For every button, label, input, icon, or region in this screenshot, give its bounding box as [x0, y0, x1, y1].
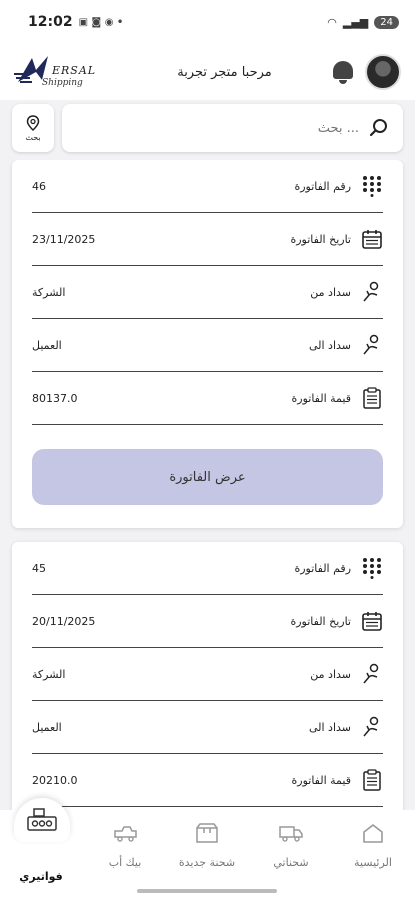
- location-pin-icon: [26, 114, 40, 131]
- pay-from-value: الشركة: [32, 667, 66, 681]
- cash-register-icon: [27, 808, 57, 831]
- pay-from-row: الشركة سداد من: [32, 266, 383, 319]
- nav-item-shipments[interactable]: شحناتي: [256, 822, 326, 869]
- nav-label-pickup: بيك أب: [108, 856, 142, 869]
- nav-item-home[interactable]: الرئيسية: [338, 822, 408, 869]
- invoice-amount-label: قيمة الفاتورة: [291, 391, 351, 405]
- wifi-icon: ◠: [327, 15, 337, 29]
- clipboard-icon: [363, 387, 381, 409]
- invoice-date-row: 20/11/2025 تاريخ الفاتورة: [32, 595, 383, 648]
- invoice-card: 45 رقم الفاتورة 20/11/2025 تاريخ الفاتور…: [12, 542, 403, 810]
- pay-from-row: الشركة سداد من: [32, 648, 383, 701]
- notification-icons: ▣ ◙ ◉ •: [78, 16, 124, 28]
- invoice-date-value: 23/11/2025: [32, 232, 96, 246]
- search-icon: [369, 119, 387, 137]
- invoice-number-label: رقم الفاتورة: [294, 561, 351, 575]
- box-icon: [196, 823, 218, 843]
- invoice-number-row: 45 رقم الفاتورة: [32, 542, 383, 595]
- pickup-truck-icon: [114, 826, 137, 842]
- dialpad-icon: [363, 558, 381, 579]
- hand-coin-icon: [363, 716, 379, 737]
- battery-indicator: 24: [374, 15, 399, 29]
- clipboard-icon: [363, 769, 381, 791]
- invoice-date-label: تاريخ الفاتورة: [290, 232, 351, 246]
- invoice-number-value: 45: [32, 561, 46, 575]
- invoice-date-row: 23/11/2025 تاريخ الفاتورة: [32, 213, 383, 266]
- avatar[interactable]: [365, 54, 401, 90]
- search-row: بحث: [12, 104, 403, 152]
- nav-label-shipments: شحناتي: [273, 856, 309, 869]
- truck-icon: [279, 826, 303, 842]
- nav-item-new-shipment[interactable]: شحنة جديدة: [172, 822, 242, 869]
- pay-from-value: الشركة: [32, 285, 66, 299]
- search-box[interactable]: [62, 104, 403, 152]
- ersal-logo[interactable]: ERSAL Shipping: [14, 50, 98, 94]
- invoice-number-row: 46 رقم الفاتورة: [32, 160, 383, 213]
- pay-to-value: العميل: [32, 720, 62, 734]
- calendar-icon: [362, 612, 382, 631]
- app-header: ERSAL Shipping مرحبا متجر تجربة: [0, 44, 415, 100]
- location-search-label: بحث: [25, 132, 41, 142]
- greeting-text: مرحبا متجر تجربة: [177, 64, 272, 80]
- hand-coin-icon: [363, 663, 379, 684]
- invoice-date-label: تاريخ الفاتورة: [290, 614, 351, 628]
- calendar-icon: [362, 230, 382, 249]
- pay-from-label: سداد من: [310, 285, 351, 299]
- status-time: 12:02: [28, 14, 73, 30]
- status-bar: 12:02 ▣ ◙ ◉ • ◠ ▂▄▆ 24: [0, 0, 415, 44]
- nav-label-new-shipment: شحنة جديدة: [178, 856, 236, 869]
- dialpad-icon: [363, 176, 381, 197]
- invoice-number-label: رقم الفاتورة: [294, 179, 351, 193]
- pay-to-row: العميل سداد الى: [32, 319, 383, 372]
- notification-bell-icon[interactable]: [331, 59, 355, 85]
- gesture-bar[interactable]: [137, 889, 277, 893]
- location-search-button[interactable]: بحث: [12, 104, 54, 152]
- invoice-amount-label: قيمة الفاتورة: [291, 773, 351, 787]
- pay-to-value: العميل: [32, 338, 62, 352]
- nav-item-pickup[interactable]: بيك أب: [90, 822, 160, 869]
- nav-item-invoices[interactable]: فواتيري: [6, 870, 76, 883]
- invoice-amount-row: 20210.0 قيمة الفاتورة: [32, 754, 383, 807]
- invoice-amount-value: 20210.0: [32, 773, 78, 787]
- logo-brand-text: ERSAL: [52, 64, 97, 77]
- invoice-number-value: 46: [32, 179, 46, 193]
- search-input[interactable]: [159, 120, 359, 136]
- view-invoice-button[interactable]: عرض الفاتورة: [32, 449, 383, 505]
- invoice-card: 46 رقم الفاتورة 23/11/2025 تاريخ الفاتور…: [12, 160, 403, 528]
- signal-icon: ▂▄▆: [342, 15, 369, 29]
- invoice-amount-value: 80137.0: [32, 391, 78, 405]
- home-icon: [363, 824, 383, 843]
- pay-to-label: سداد الى: [308, 720, 351, 734]
- hand-coin-icon: [363, 281, 379, 302]
- nav-label-invoices: فواتيري: [19, 870, 63, 883]
- pay-to-label: سداد الى: [308, 338, 351, 352]
- invoice-list[interactable]: 46 رقم الفاتورة 23/11/2025 تاريخ الفاتور…: [0, 160, 415, 810]
- pay-to-row: العميل سداد الى: [32, 701, 383, 754]
- logo-sub-text: Shipping: [42, 78, 83, 88]
- nav-label-home: الرئيسية: [354, 856, 392, 869]
- invoice-date-value: 20/11/2025: [32, 614, 96, 628]
- hand-coin-icon: [363, 334, 379, 355]
- pay-from-label: سداد من: [310, 667, 351, 681]
- invoice-amount-row: 80137.0 قيمة الفاتورة: [32, 372, 383, 425]
